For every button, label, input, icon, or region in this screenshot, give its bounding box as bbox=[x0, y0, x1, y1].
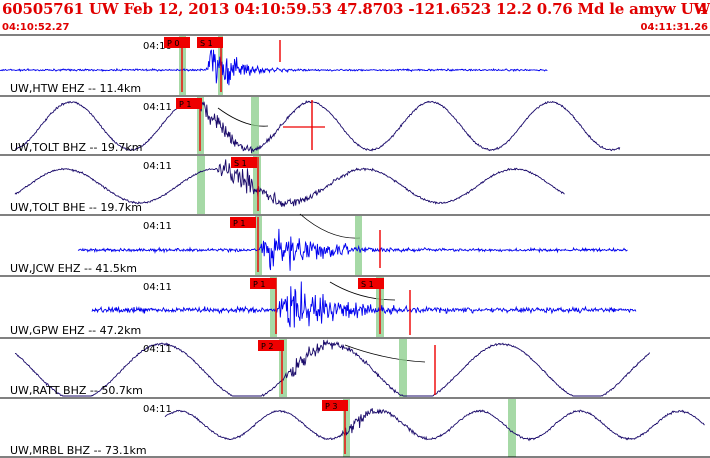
trace-line bbox=[77, 228, 628, 271]
pick-label: P 3 bbox=[325, 402, 337, 411]
pick-label: P 1 bbox=[233, 219, 245, 228]
moveout-curve bbox=[299, 213, 361, 239]
pick-label: P 2 bbox=[261, 342, 273, 351]
trace-time-label: 04:11 bbox=[143, 161, 172, 172]
pick-window bbox=[399, 339, 407, 397]
pick-window bbox=[251, 97, 259, 154]
pick-label: S 1 bbox=[361, 280, 374, 289]
pick-label: P 1 bbox=[179, 100, 191, 109]
trace-line bbox=[0, 49, 548, 86]
pick-label: P 0 bbox=[167, 39, 179, 48]
station-label: UW,TOLT BHE -- 19.7km bbox=[10, 201, 142, 214]
trace-time-label: 04:11 bbox=[143, 102, 172, 113]
trace-line bbox=[164, 408, 705, 442]
trace-time-label: 04:11 bbox=[143, 282, 172, 293]
trace-time-label: 04:11 bbox=[143, 344, 172, 355]
trace-time-label: 04:11 bbox=[143, 404, 172, 415]
station-label: UW,TOLT BHZ -- 19.7km bbox=[10, 141, 143, 154]
trace-time-label: 04:11 bbox=[143, 221, 172, 232]
pick-label: P 1 bbox=[253, 280, 265, 289]
pick-window bbox=[355, 216, 362, 275]
moveout-curve bbox=[217, 107, 269, 127]
station-label: UW,MRBL BHZ -- 73.1km bbox=[10, 444, 147, 457]
station-label: UW,GPW EHZ -- 47.2km bbox=[10, 324, 141, 337]
station-label: UW,HTW EHZ -- 11.4km bbox=[10, 82, 141, 95]
station-label: UW,JCW EHZ -- 41.5km bbox=[10, 262, 137, 275]
trace-line bbox=[14, 159, 565, 208]
pick-window bbox=[508, 399, 516, 457]
seismogram-plot[interactable]: 04:10P 0S 1UW,HTW EHZ -- 11.4km04:11 P 1U… bbox=[0, 0, 710, 458]
pick-label: S 1 bbox=[234, 159, 247, 168]
station-label: UW,RATT BHZ -- 50.7km bbox=[10, 384, 143, 397]
pick-window bbox=[197, 156, 205, 214]
pick-label: S 1 bbox=[200, 39, 213, 48]
